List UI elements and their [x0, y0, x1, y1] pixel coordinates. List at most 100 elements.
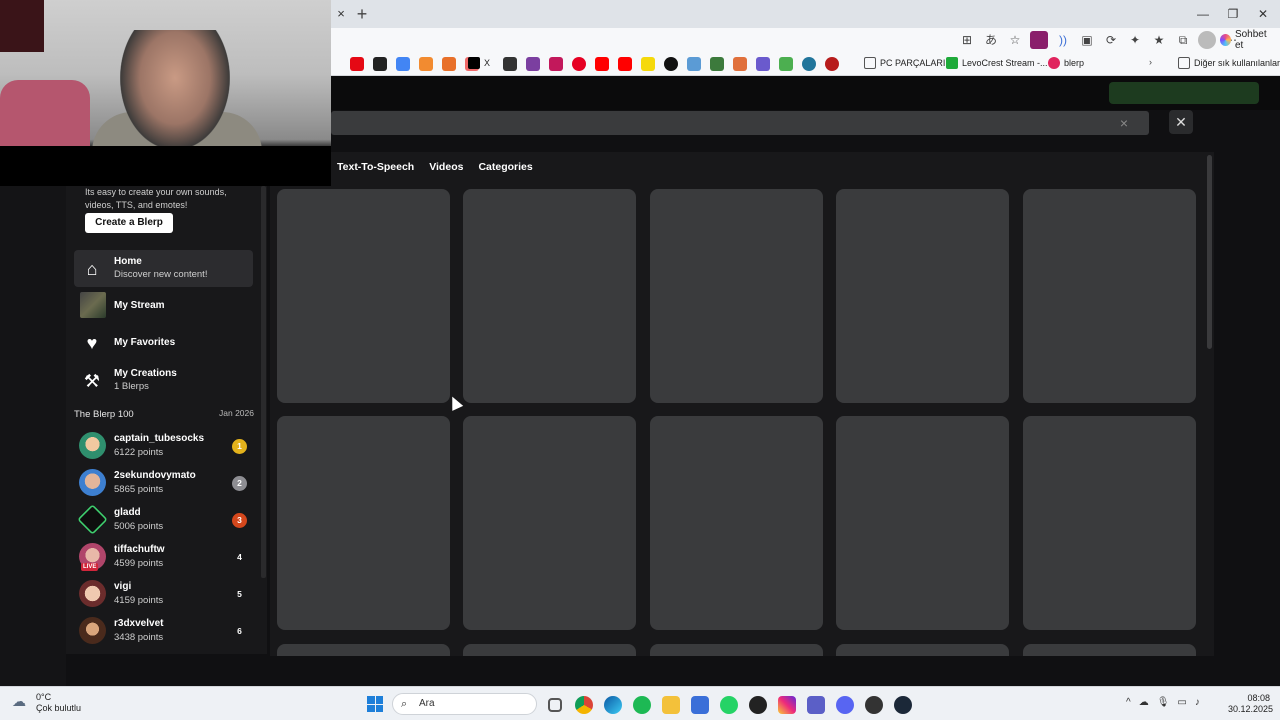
content-card[interactable] — [463, 189, 636, 403]
leaderboard-row[interactable]: captain_tubesocks 6122 points 1 — [79, 428, 255, 462]
task-view-icon[interactable] — [548, 698, 562, 712]
bookmark-blerp[interactable]: blerp — [1048, 57, 1084, 69]
leaderboard-row[interactable]: gladd 5006 points 3 — [77, 502, 255, 536]
weather-widget[interactable]: ☁ 0°C Çok bulutlu — [12, 692, 81, 714]
onedrive-icon[interactable]: ☁ — [1139, 697, 1149, 708]
refresh-extension-icon[interactable]: ⟳ — [1102, 31, 1120, 49]
bookmark-netflix-icon[interactable] — [350, 57, 364, 71]
bookmark-google-icon[interactable] — [396, 57, 410, 71]
top-cta-button[interactable] — [1109, 82, 1259, 104]
copilot-button[interactable]: Sohbet et — [1214, 29, 1280, 51]
leaderboard-row[interactable]: r3dxvelvet 3438 points 6 — [79, 613, 255, 647]
content-card[interactable] — [650, 189, 823, 403]
tab-text-to-speech[interactable]: Text-To-Speech — [331, 156, 420, 178]
content-card[interactable] — [650, 416, 823, 630]
content-card[interactable] — [836, 416, 1009, 630]
bookmark-icon[interactable] — [664, 57, 678, 71]
bookmark-icon[interactable] — [825, 57, 839, 71]
instagram-icon[interactable] — [778, 696, 796, 714]
bookmark-icon[interactable] — [779, 57, 793, 71]
search-input[interactable] — [331, 111, 1149, 135]
sidebar-item-my-favorites[interactable]: ♥ My Favorites — [74, 324, 253, 361]
content-card[interactable] — [463, 416, 636, 630]
tab-close-button[interactable]: × — [333, 6, 349, 22]
content-card[interactable] — [277, 416, 450, 630]
content-card[interactable] — [650, 644, 823, 656]
store-icon[interactable] — [691, 696, 709, 714]
favorites-icon[interactable]: ★ — [1150, 31, 1168, 49]
modal-close-button[interactable]: ✕ — [1169, 110, 1193, 134]
extensions-puzzle-icon[interactable]: ✦ — [1126, 31, 1144, 49]
bookmark-pinterest-icon[interactable] — [572, 57, 586, 71]
search-clear-icon[interactable]: × — [1116, 115, 1132, 131]
sidebar-item-my-creations[interactable]: ⚒ My Creations 1 Blerps — [74, 362, 253, 399]
content-card[interactable] — [1023, 189, 1196, 403]
content-card[interactable] — [836, 189, 1009, 403]
content-card[interactable] — [277, 644, 450, 656]
sidebar-scrollbar[interactable] — [261, 186, 266, 578]
chatgpt-icon[interactable] — [749, 696, 767, 714]
bookmarks-overflow-chevron-icon[interactable]: › — [1149, 57, 1152, 67]
bookmark-youtube-icon[interactable] — [618, 57, 632, 71]
minimize-icon[interactable]: — — [1188, 4, 1218, 24]
bookmark-icon[interactable] — [442, 57, 456, 71]
new-tab-button[interactable]: + — [352, 4, 372, 24]
microphone-icon[interactable]: 🎙 — [1157, 697, 1170, 708]
apps-icon[interactable]: ⊞ — [958, 31, 976, 49]
read-aloud-icon[interactable]: )) — [1054, 31, 1072, 49]
create-blerp-button[interactable]: Create a Blerp — [85, 213, 173, 233]
tab-categories[interactable]: Categories — [472, 156, 538, 178]
content-scrollbar[interactable] — [1207, 155, 1212, 349]
collections-icon[interactable]: ⧉ — [1174, 31, 1192, 49]
edge-icon[interactable] — [604, 696, 622, 714]
volume-icon[interactable]: ♪ — [1195, 697, 1200, 708]
teams-icon[interactable] — [807, 696, 825, 714]
sidebar-item-my-stream[interactable]: My Stream — [74, 287, 253, 324]
discord-icon[interactable] — [836, 696, 854, 714]
whatsapp-icon[interactable] — [720, 696, 738, 714]
bookmark-x[interactable]: X — [468, 57, 490, 69]
content-card[interactable] — [1023, 416, 1196, 630]
taskbar-clock[interactable]: 08:08 30.12.2025 — [1228, 693, 1273, 715]
bookmark-icon[interactable] — [526, 57, 540, 71]
favorite-star-icon[interactable]: ☆ — [1006, 31, 1024, 49]
taskbar-search[interactable]: ⌕ Ara — [392, 693, 537, 715]
bookmark-icon[interactable] — [549, 57, 563, 71]
bookmark-levocrest[interactable]: LevoCrest Stream -... — [946, 57, 1048, 69]
steam-icon[interactable] — [894, 696, 912, 714]
bookmark-icon[interactable] — [733, 57, 747, 71]
tray-overflow-chevron-icon[interactable]: ^ — [1126, 697, 1131, 708]
bookmark-icon[interactable] — [687, 57, 701, 71]
tab-videos[interactable]: Videos — [423, 156, 469, 178]
bookmark-icon[interactable] — [710, 57, 724, 71]
content-card[interactable] — [277, 189, 450, 403]
spotify-icon[interactable] — [633, 696, 651, 714]
bookmark-youtube-icon[interactable] — [595, 57, 609, 71]
chrome-icon[interactable] — [575, 696, 593, 714]
content-card[interactable] — [836, 644, 1009, 656]
bookmark-icon[interactable] — [419, 57, 433, 71]
bookmark-amazon-icon[interactable] — [373, 57, 387, 71]
extension-icon[interactable] — [1030, 31, 1048, 49]
bookmark-wordpress-icon[interactable] — [802, 57, 816, 71]
extension-icon[interactable]: ▣ — [1078, 31, 1096, 49]
bookmark-icon[interactable] — [503, 57, 517, 71]
translate-icon[interactable]: あ — [982, 31, 1000, 49]
close-window-icon[interactable]: ✕ — [1248, 4, 1278, 24]
bookmark-pc-parcalari[interactable]: PC PARÇALARI — [864, 57, 945, 69]
bookmark-icon[interactable] — [641, 57, 655, 71]
app-icon[interactable] — [865, 696, 883, 714]
display-icon[interactable]: ▭ — [1177, 697, 1186, 708]
leaderboard-row[interactable]: 2sekundovymato 5865 points 2 — [79, 465, 255, 499]
start-button[interactable] — [367, 696, 383, 712]
bookmark-icon[interactable] — [756, 57, 770, 71]
content-card[interactable] — [1023, 644, 1196, 656]
other-bookmarks[interactable]: Diğer sık kullanılanlar — [1178, 57, 1280, 69]
restore-icon[interactable]: ❐ — [1218, 4, 1248, 24]
file-explorer-icon[interactable] — [662, 696, 680, 714]
leaderboard-row[interactable]: LIVE tiffachuftw 4599 points 4 — [79, 539, 255, 573]
rank-badge: 4 — [237, 552, 242, 562]
sidebar-item-home[interactable]: ⌂ Home Discover new content! — [74, 250, 253, 287]
leaderboard-row[interactable]: vigi 4159 points 5 — [79, 576, 255, 610]
content-card[interactable] — [463, 644, 636, 656]
